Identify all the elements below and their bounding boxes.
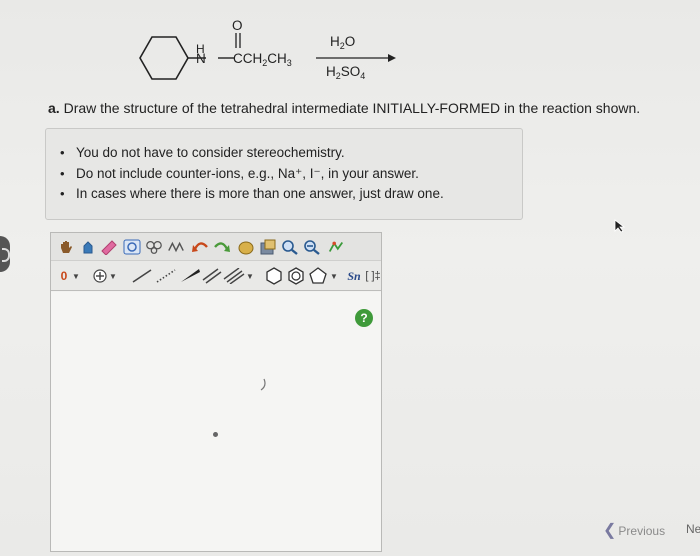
question-label: a. [48, 100, 60, 116]
hexagon-ring-icon[interactable] [287, 267, 305, 285]
mouse-cursor-icon [614, 219, 626, 233]
reagent-water: H2O [330, 34, 355, 51]
reaction-scheme: H N O CCH2CH3 H2O H2SO4 [130, 18, 410, 88]
o-atom-label: O [232, 18, 243, 33]
templates-icon[interactable] [123, 238, 141, 256]
hand-tool-icon[interactable] [57, 238, 75, 256]
ring-dropdown-icon[interactable]: ▼ [329, 267, 339, 285]
charge-dropdown-icon[interactable]: ▼ [71, 267, 81, 285]
bond-dropdown-icon[interactable]: ▼ [245, 267, 255, 285]
single-bond-icon[interactable] [131, 267, 153, 285]
clean-structure-icon[interactable] [327, 238, 345, 256]
reagent-water-o: O [344, 34, 356, 49]
carbonyl-c-label: C [233, 51, 243, 66]
side-panel-toggle[interactable] [0, 236, 10, 272]
hint-item: Do not include counter-ions, e.g., Na⁺, … [60, 164, 522, 185]
lasso-icon[interactable] [79, 238, 97, 256]
reagent-acid-h: H [326, 64, 336, 79]
help-button[interactable]: ? [355, 309, 373, 327]
hint-item: You do not have to consider stereochemis… [60, 143, 522, 164]
triple-bond-icon[interactable] [223, 267, 245, 285]
next-button[interactable]: Ne [686, 522, 700, 536]
charge-value[interactable]: 0 [57, 267, 71, 285]
undo-icon[interactable] [191, 238, 209, 256]
reagent-acid-so: SO [340, 64, 361, 79]
add-charge-icon[interactable] [91, 267, 109, 285]
paste-icon[interactable] [259, 238, 277, 256]
zoom-in-icon[interactable] [281, 238, 299, 256]
reagent-acid-sub4: 4 [360, 71, 366, 81]
hints-box: You do not have to consider stereochemis… [45, 128, 523, 220]
canvas-mark-icon [260, 378, 266, 391]
pentagon-ring-icon[interactable] [309, 267, 327, 285]
drawing-canvas[interactable] [51, 292, 381, 551]
hashed-bond-icon[interactable] [155, 267, 177, 285]
question-body: Draw the structure of the tetrahedral in… [59, 100, 641, 116]
ch3-subscript: 3 [286, 58, 292, 68]
sn-bracket-button[interactable]: Sn [343, 267, 365, 285]
ch2-label: CH [242, 51, 263, 66]
transition-state-bracket-button[interactable]: [ ]‡ [364, 267, 382, 285]
previous-button[interactable]: ❮ Previous [603, 520, 665, 540]
chain-tool-icon[interactable] [167, 238, 185, 256]
hints-list: You do not have to consider stereochemis… [46, 129, 522, 205]
wedge-bond-icon[interactable] [179, 267, 201, 285]
reagent-sulfuric-acid: H2SO4 [326, 64, 365, 81]
chevron-left-icon: ❮ [603, 522, 617, 539]
ring-templates-icon[interactable] [145, 238, 163, 256]
copy-icon[interactable] [237, 238, 255, 256]
hint-item: In cases where there is more than one an… [60, 184, 522, 205]
editor-toolbar-bottom: 0 ▼ ▼ ▼ ▼ Sn [ ]‡ [51, 261, 381, 291]
double-bond-icon[interactable] [201, 267, 223, 285]
reagent-water-h: H [330, 34, 340, 49]
editor-toolbar-top [51, 233, 381, 261]
eraser-icon[interactable] [100, 238, 118, 256]
ethyl-carbonyl-group: CCH2CH3 [233, 51, 292, 68]
n-atom-label: N [196, 51, 206, 66]
ch3-label: CH [267, 51, 287, 66]
charge-type-dropdown-icon[interactable]: ▼ [108, 267, 118, 285]
previous-label: Previous [618, 524, 666, 538]
canvas-dot [213, 432, 218, 437]
benzene-ring-icon[interactable] [265, 267, 283, 285]
redo-icon[interactable] [213, 238, 231, 256]
structure-editor: 0 ▼ ▼ ▼ ▼ Sn [ ]‡ ? [50, 232, 382, 552]
zoom-out-icon[interactable] [303, 238, 321, 256]
question-text: a. Draw the structure of the tetrahedral… [48, 100, 640, 116]
